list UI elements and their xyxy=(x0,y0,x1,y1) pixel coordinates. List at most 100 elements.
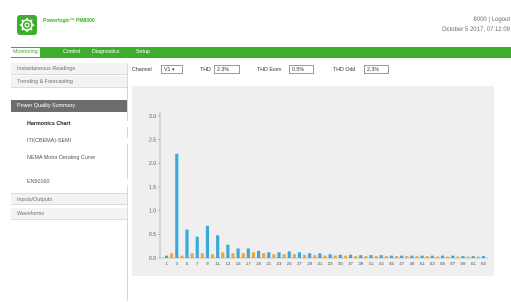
channel-select[interactable]: V1 ▾ xyxy=(161,65,183,74)
bar-harmonic-25 xyxy=(287,251,291,258)
x-tick-label: 59 xyxy=(461,261,466,266)
x-tick-label: 13 xyxy=(225,261,230,266)
menu-monitoring[interactable]: Monitoring xyxy=(11,48,40,57)
y-tick-label: 0.0 xyxy=(149,256,156,262)
bar-harmonic-11 xyxy=(216,235,220,258)
bar-harmonic-16 xyxy=(241,253,245,258)
x-tick-label: 35 xyxy=(338,261,343,266)
sidebar-group-power-quality-summary[interactable]: Power Quality Summary xyxy=(11,100,127,112)
thd-odd-field: 2.3% xyxy=(364,65,389,74)
bar-harmonic-57 xyxy=(451,255,455,258)
bar-harmonic-29 xyxy=(308,253,312,258)
x-tick-label: 43 xyxy=(379,261,384,266)
bar-harmonic-15 xyxy=(236,248,240,258)
channel-label: Channel xyxy=(132,67,152,73)
bar-harmonic-31 xyxy=(318,253,322,258)
sidebar-item-iti-cbema-semi[interactable]: ITI(CBEMA)-SEMI xyxy=(11,138,143,144)
menu-setup[interactable]: Setup xyxy=(134,48,152,57)
bar-harmonic-35 xyxy=(338,254,342,258)
x-tick-label: 49 xyxy=(409,261,414,266)
bar-harmonic-26 xyxy=(292,254,296,258)
bar-harmonic-41 xyxy=(369,255,373,258)
y-tick-label: 1.5 xyxy=(149,185,156,191)
main-menu-bar: Monitoring Control Diagnostics Setup xyxy=(11,47,511,58)
bar-harmonic-1 xyxy=(164,255,169,258)
menu-control[interactable]: Control xyxy=(61,48,82,57)
sidebar-nav: Instantaneous Readings Trending & Foreca… xyxy=(11,63,143,301)
bar-harmonic-62 xyxy=(476,256,480,258)
bar-harmonic-22 xyxy=(272,254,276,258)
x-tick-label: 31 xyxy=(317,261,322,266)
user-logout-link[interactable]: 8000 | Logout xyxy=(473,17,510,23)
bar-harmonic-17 xyxy=(246,248,250,258)
x-tick-label: 45 xyxy=(389,261,394,266)
menu-diagnostics[interactable]: Diagnostics xyxy=(90,48,121,57)
y-tick-label: 3.0 xyxy=(149,114,156,120)
sidebar-item-nema-motor-derating[interactable]: NEMA Motor Derating Curve xyxy=(11,155,107,162)
device-datetime: October 5 2017, 07:12:09 xyxy=(441,27,510,33)
bar-harmonic-43 xyxy=(379,255,383,258)
bar-harmonic-53 xyxy=(430,255,434,258)
dropdown-arrow-icon: ▾ xyxy=(171,67,175,73)
bar-harmonic-18 xyxy=(251,252,256,258)
x-tick-label: 63 xyxy=(481,261,486,266)
bar-harmonic-50 xyxy=(415,256,419,258)
x-tick-label: 33 xyxy=(328,261,333,266)
y-tick-label: 2.5 xyxy=(149,137,156,143)
x-tick-label: 47 xyxy=(399,261,404,266)
bar-harmonic-61 xyxy=(471,256,475,258)
x-tick-label: 5 xyxy=(186,261,189,266)
x-tick-label: 27 xyxy=(297,261,302,266)
x-tick-label: 21 xyxy=(266,261,271,266)
bar-harmonic-42 xyxy=(374,256,378,258)
bar-harmonic-54 xyxy=(435,256,440,258)
bar-harmonic-36 xyxy=(343,255,348,258)
harmonics-chart-panel: 0.0 0.5 1.0 1.5 2.0 2.5 3.0 1 3 5 7 9 11 13 15 17 19 21 23… xyxy=(132,86,494,276)
brand-title: Powerlogic™ PM8000 xyxy=(43,18,95,24)
x-tick-label: 55 xyxy=(440,261,445,266)
x-tick-label: 7 xyxy=(196,261,199,266)
x-tick-label: 61 xyxy=(471,261,476,266)
gear-logo-icon xyxy=(17,15,37,35)
sidebar-item-instantaneous-readings[interactable]: Instantaneous Readings xyxy=(11,63,127,75)
bar-harmonic-33 xyxy=(328,254,332,258)
bar-harmonic-3 xyxy=(175,153,179,258)
thd-label: THD xyxy=(200,67,211,73)
sidebar-item-en50160[interactable]: EN50160 xyxy=(11,179,143,185)
bar-harmonic-30 xyxy=(313,255,317,258)
bar-harmonic-32 xyxy=(323,255,327,258)
bar-harmonic-60 xyxy=(466,256,470,258)
x-tick-label: 57 xyxy=(450,261,455,266)
bar-harmonic-7 xyxy=(195,236,199,258)
thd-odd-label: THD Odd xyxy=(333,67,356,73)
sidebar-item-harmonics-chart[interactable]: Harmonics Chart xyxy=(11,121,143,127)
y-tick-label: 1.0 xyxy=(149,208,156,214)
sidebar-item-waveforms[interactable]: Waveforms xyxy=(11,208,127,220)
bar-harmonic-28 xyxy=(302,254,307,258)
bar-harmonic-6 xyxy=(190,253,194,258)
bar-harmonic-52 xyxy=(425,256,429,258)
bar-harmonic-48 xyxy=(405,256,409,258)
channel-value: V1 xyxy=(164,67,171,73)
bar-harmonic-5 xyxy=(185,229,189,258)
bar-harmonic-20 xyxy=(262,253,266,258)
bar-harmonic-4 xyxy=(180,255,184,258)
x-tick-label: 53 xyxy=(430,261,435,266)
app-header: Powerlogic™ PM8000 8000 | Logout October… xyxy=(0,0,511,42)
x-tick-label: 15 xyxy=(236,261,241,266)
thd-even-field: 0.5% xyxy=(289,65,314,74)
x-tick-label: 9 xyxy=(206,261,209,266)
sidebar-item-trending-forecasting[interactable]: Trending & Forecasting xyxy=(11,76,127,88)
bar-harmonic-51 xyxy=(420,255,424,258)
bar-harmonic-10 xyxy=(210,254,215,258)
sidebar-item-inputs-outputs[interactable]: Inputs/Outputs xyxy=(11,193,127,205)
bar-harmonic-19 xyxy=(256,250,261,258)
bar-harmonic-44 xyxy=(384,256,388,258)
bar-harmonic-40 xyxy=(364,256,368,258)
bar-harmonic-63 xyxy=(481,256,486,258)
thd-even-label: THD Even xyxy=(257,67,282,73)
x-tick-label: 25 xyxy=(287,261,292,266)
bar-harmonic-38 xyxy=(354,256,358,258)
bar-harmonic-34 xyxy=(333,255,337,258)
x-tick-label: 11 xyxy=(215,261,220,266)
